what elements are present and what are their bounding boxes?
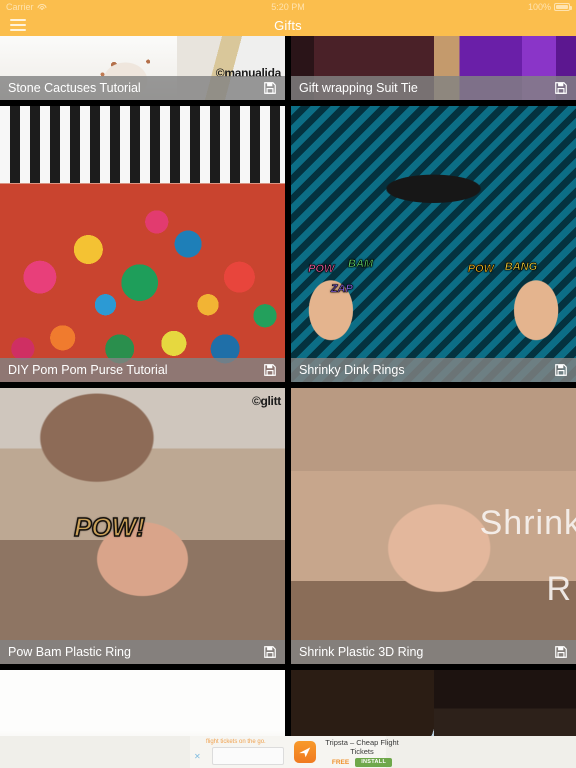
pom-pom-purse-photo xyxy=(0,106,285,382)
ring-overlay-pow: POW xyxy=(308,263,335,276)
paper-plane-icon xyxy=(299,747,311,758)
tripsta-app-icon[interactable] xyxy=(294,741,316,763)
card-caption: Pow Bam Plastic Ring xyxy=(0,640,285,664)
ring-overlay-pow: POW! xyxy=(73,511,145,543)
hamburger-menu-icon[interactable] xyxy=(10,19,26,31)
ring-overlay-pow-2: POW xyxy=(467,263,494,276)
floppy-disk-save-icon[interactable] xyxy=(554,81,568,95)
floppy-disk-save-icon[interactable] xyxy=(263,645,277,659)
ad-content[interactable]: ✕ flight tickets on the go. Tripsta – Ch… xyxy=(190,736,399,768)
floppy-disk-save-icon[interactable] xyxy=(263,363,277,377)
grid-row-top: ©manualida Stone Cactuses Tutorial Gift … xyxy=(0,36,576,100)
status-bar-time: 5:20 PM xyxy=(271,2,305,12)
ad-banner[interactable]: ✕ flight tickets on the go. Tripsta – Ch… xyxy=(0,736,576,768)
card-caption: Gift wrapping Suit Tie xyxy=(291,76,576,100)
navigation-bar: Gifts xyxy=(0,14,576,36)
status-bar: Carrier 5:20 PM 100% xyxy=(0,0,576,14)
card-pow-bam-plastic-ring[interactable]: POW! ©glitt Pow Bam Plastic Ring xyxy=(0,388,285,664)
app-screen: Carrier 5:20 PM 100% Gifts ©manualida St… xyxy=(0,0,576,768)
card-diy-pom-pom-purse[interactable]: DIY Pom Pom Purse Tutorial xyxy=(0,106,285,382)
grid-row-middle: DIY Pom Pom Purse Tutorial POW BAM ZAP P… xyxy=(0,106,576,382)
ad-phone-graphic xyxy=(212,747,284,765)
card-caption: Stone Cactuses Tutorial xyxy=(0,76,285,100)
battery-percent-label: 100% xyxy=(527,2,551,12)
gift-card-grid[interactable]: ©manualida Stone Cactuses Tutorial Gift … xyxy=(0,36,576,768)
card-stone-cactuses[interactable]: ©manualida Stone Cactuses Tutorial xyxy=(0,36,285,100)
floppy-disk-save-icon[interactable] xyxy=(263,81,277,95)
floppy-disk-save-icon[interactable] xyxy=(554,363,568,377)
card-caption: DIY Pom Pom Purse Tutorial xyxy=(0,358,285,382)
ad-tagline: flight tickets on the go. xyxy=(206,739,266,745)
ad-action-row: FREE INSTALL xyxy=(321,757,403,767)
ad-install-button[interactable]: INSTALL xyxy=(355,757,393,767)
battery-icon xyxy=(554,3,572,11)
card-title: Shrink Plastic 3D Ring xyxy=(299,645,424,659)
ring-overlay-bam: BAM xyxy=(348,257,374,270)
card-title: DIY Pom Pom Purse Tutorial xyxy=(8,363,168,377)
shrink-overlay-text-2: R xyxy=(546,570,572,609)
page-title: Gifts xyxy=(274,17,302,33)
shrinky-dink-rings-photo xyxy=(291,106,576,382)
grid-row-bottom: POW! ©glitt Pow Bam Plastic Ring Shrink … xyxy=(0,388,576,664)
card-title: Shrinky Dink Rings xyxy=(299,363,405,377)
floppy-disk-save-icon[interactable] xyxy=(554,645,568,659)
ring-overlay-zap: ZAP xyxy=(330,282,354,295)
card-caption: Shrink Plastic 3D Ring xyxy=(291,640,576,664)
ring-overlay-bang: BANG xyxy=(504,260,538,273)
ad-price-label: FREE xyxy=(331,758,350,766)
card-gift-wrapping-suit-tie[interactable]: Gift wrapping Suit Tie xyxy=(291,36,576,100)
ad-close-icon[interactable]: ✕ xyxy=(194,752,201,761)
card-caption: Shrinky Dink Rings xyxy=(291,358,576,382)
card-title: Pow Bam Plastic Ring xyxy=(8,645,131,659)
image-watermark: ©glitt xyxy=(251,394,281,408)
card-shrinky-dink-rings[interactable]: POW BAM ZAP POW BANG Shrinky Dink Rings xyxy=(291,106,576,382)
card-shrink-plastic-3d-ring[interactable]: Shrink R Shrink Plastic 3D Ring xyxy=(291,388,576,664)
card-title: Stone Cactuses Tutorial xyxy=(8,81,141,95)
status-bar-right: 100% xyxy=(527,2,572,12)
ad-title: Tripsta – Cheap Flight Tickets xyxy=(325,737,399,756)
ad-text-block: Tripsta – Cheap Flight Tickets FREE INST… xyxy=(321,738,403,767)
shrink-overlay-text: Shrink xyxy=(479,503,576,542)
card-title: Gift wrapping Suit Tie xyxy=(299,81,418,95)
